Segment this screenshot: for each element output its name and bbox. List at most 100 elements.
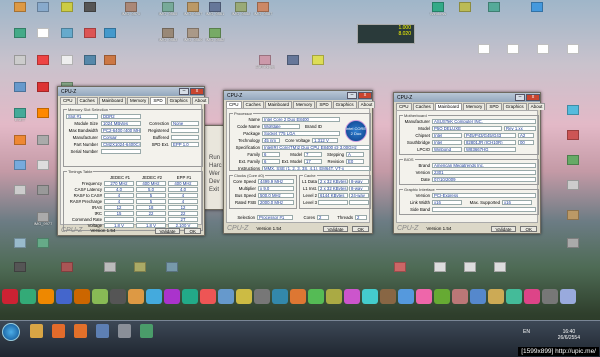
tab-cpu[interactable]: CPU xyxy=(226,101,242,108)
cpuz-mainboard-window[interactable]: CPU-Z – x CPU Caches Mainboard Memory SPD… xyxy=(393,92,546,234)
explorer-icon[interactable] xyxy=(30,324,43,338)
tab-about[interactable]: About xyxy=(191,97,210,104)
tab-memory[interactable]: Memory xyxy=(463,103,486,110)
desktop-icon[interactable] xyxy=(33,55,53,75)
desktop-icon[interactable] xyxy=(563,130,583,150)
tab-cpu[interactable]: CPU xyxy=(60,97,76,104)
desktop-icon[interactable] xyxy=(100,55,120,75)
app-icon[interactable] xyxy=(96,324,109,338)
tab-caches[interactable]: Caches xyxy=(412,103,434,110)
desktop-icon[interactable] xyxy=(10,28,30,48)
shortcut-icon[interactable] xyxy=(92,289,108,304)
shortcut-icon[interactable] xyxy=(74,289,90,304)
desktop-icon[interactable] xyxy=(100,28,120,48)
desktop-icon[interactable]: IMG_9858 xyxy=(231,2,251,22)
shortcut-icon[interactable] xyxy=(416,289,432,304)
desktop-icon[interactable] xyxy=(430,262,450,282)
shortcut-icon[interactable] xyxy=(524,289,540,304)
desktop-icon[interactable] xyxy=(533,44,553,64)
desktop-icon[interactable]: IMG_9862 xyxy=(205,28,225,48)
desktop-icon[interactable] xyxy=(33,82,53,102)
tab-memory[interactable]: Memory xyxy=(127,97,150,104)
desktop-icon[interactable] xyxy=(527,2,547,22)
desktop-icon[interactable] xyxy=(503,44,523,64)
ok-button[interactable]: OK xyxy=(184,227,201,234)
desktop-icon[interactable] xyxy=(563,155,583,175)
desktop-icon[interactable] xyxy=(57,262,77,282)
tab-mainboard[interactable]: Mainboard xyxy=(434,103,463,110)
cpuz-spd-window[interactable]: CPU-Z – x CPU Caches Mainboard Memory SPD… xyxy=(57,86,210,236)
desktop-icon[interactable] xyxy=(455,2,475,22)
validate-button[interactable]: Validate xyxy=(154,227,181,234)
window-titlebar[interactable]: CPU-Z – x xyxy=(58,87,204,96)
firefox-icon[interactable] xyxy=(74,324,87,338)
desktop-icon[interactable] xyxy=(563,210,583,230)
desktop-icon[interactable]: IMG_9875 xyxy=(121,2,141,22)
desktop-icon[interactable] xyxy=(308,55,328,75)
desktop-icon[interactable] xyxy=(10,185,30,205)
tab-mainboard[interactable]: Mainboard xyxy=(264,101,293,108)
close-button[interactable]: x xyxy=(358,92,372,99)
desktop-icon[interactable] xyxy=(130,262,150,282)
tab-graphics[interactable]: Graphics xyxy=(332,101,357,108)
close-button[interactable]: x xyxy=(190,88,204,95)
shortcut-icon[interactable] xyxy=(110,289,126,304)
shortcut-icon[interactable] xyxy=(290,289,306,304)
tab-about[interactable]: About xyxy=(527,103,546,110)
shortcut-icon[interactable] xyxy=(146,289,162,304)
shortcut-icon[interactable] xyxy=(20,289,36,304)
ok-button[interactable]: OK xyxy=(352,225,369,232)
shortcut-icon[interactable] xyxy=(362,289,378,304)
desktop-icon[interactable] xyxy=(563,180,583,200)
app-icon[interactable] xyxy=(140,324,153,338)
tab-mainboard[interactable]: Mainboard xyxy=(98,97,127,104)
shortcut-icon[interactable] xyxy=(254,289,270,304)
tab-memory[interactable]: Memory xyxy=(293,101,316,108)
desktop-icon[interactable] xyxy=(390,262,410,282)
shortcut-icon[interactable] xyxy=(164,289,180,304)
desktop-gadget[interactable]: 1.000 8.020 xyxy=(357,24,415,44)
shortcut-icon[interactable] xyxy=(236,289,252,304)
desktop-icon[interactable] xyxy=(33,185,53,205)
desktop-icon[interactable] xyxy=(80,55,100,75)
cpuz-icon[interactable] xyxy=(118,324,131,338)
tab-caches[interactable]: Caches xyxy=(76,97,98,104)
window-titlebar[interactable]: CPU-Z – x xyxy=(394,93,540,102)
desktop-icon[interactable]: Windows xyxy=(428,2,448,22)
desktop-icon[interactable] xyxy=(10,160,30,180)
desktop-icon[interactable] xyxy=(33,2,53,22)
tray-language[interactable]: EN xyxy=(523,329,530,335)
shortcut-icon[interactable] xyxy=(218,289,234,304)
desktop-icon[interactable] xyxy=(563,105,583,125)
desktop-icon[interactable]: IMG_9977 xyxy=(33,212,53,232)
tab-cpu[interactable]: CPU xyxy=(396,103,412,110)
desktop-icon[interactable] xyxy=(33,135,53,155)
desktop-icon[interactable]: IMG_9857 xyxy=(183,2,203,22)
desktop-icon[interactable] xyxy=(474,44,494,64)
desktop-icon[interactable] xyxy=(33,28,53,48)
desktop-icon[interactable] xyxy=(460,262,480,282)
shortcut-icon[interactable] xyxy=(452,289,468,304)
desktop-icon[interactable]: IMG_9863 xyxy=(158,28,178,48)
desktop-icon[interactable] xyxy=(10,55,30,75)
desktop-icon[interactable] xyxy=(490,262,510,282)
desktop-icon[interactable]: IMG_9860 xyxy=(183,28,203,48)
desktop-icon[interactable]: JAPAN.jpg xyxy=(255,55,275,75)
desktop-icon[interactable]: ESET xyxy=(10,108,30,128)
shortcut-icon[interactable] xyxy=(272,289,288,304)
cpuz-cpu-window[interactable]: CPU-Z – x CPU Caches Mainboard Memory SPD… xyxy=(223,90,376,234)
tab-spd[interactable]: SPD xyxy=(316,101,332,108)
ok-button[interactable]: OK xyxy=(520,225,537,232)
desktop-icon[interactable] xyxy=(10,135,30,155)
validate-button[interactable]: Validate xyxy=(490,225,517,232)
tab-spd[interactable]: SPD xyxy=(150,97,166,104)
shortcut-icon[interactable] xyxy=(56,289,72,304)
shortcut-icon[interactable] xyxy=(398,289,414,304)
desktop-icon[interactable] xyxy=(33,108,53,128)
shortcut-icon[interactable] xyxy=(200,289,216,304)
tab-about[interactable]: About xyxy=(357,101,376,108)
minimize-button[interactable]: – xyxy=(347,92,357,99)
minimize-button[interactable]: – xyxy=(179,88,189,95)
shortcut-icon[interactable] xyxy=(470,289,486,304)
minimize-button[interactable]: – xyxy=(515,94,525,101)
